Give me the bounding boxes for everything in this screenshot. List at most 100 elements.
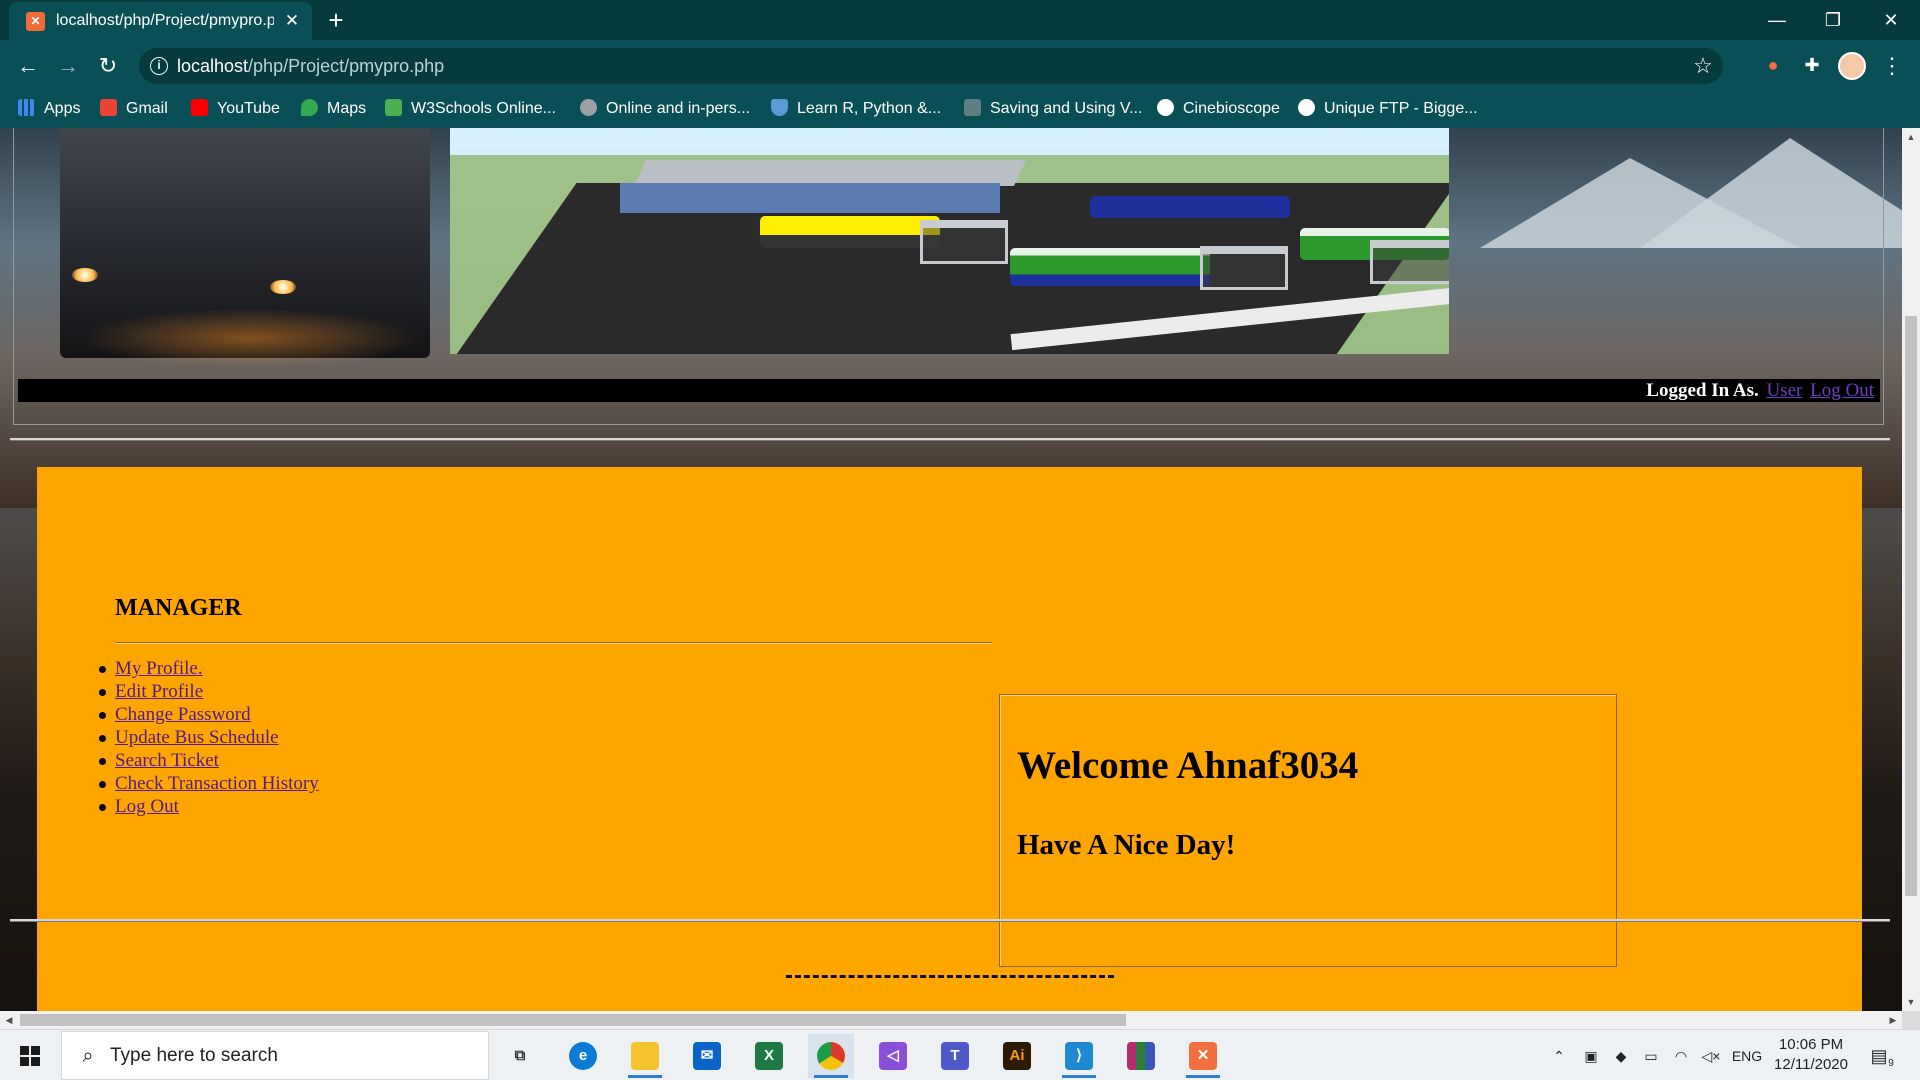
bookmark-apps[interactable]: Apps [18,96,80,122]
welcome-heading: Welcome Ahnaf3034 [1017,744,1359,787]
language-indicator[interactable]: ENG [1728,1044,1766,1068]
link-icon [964,99,981,116]
bookmark-cinebioscope[interactable]: Cinebioscope [1157,96,1280,122]
close-tab-icon[interactable]: ✕ [281,10,303,32]
scroll-up-icon[interactable]: ▲ [1902,128,1920,146]
clock-date: 12/11/2020 [1774,1056,1848,1073]
back-arrow-icon[interactable]: ← [12,50,44,82]
dropbox-icon[interactable]: ◆ [1608,1044,1634,1068]
bookmark-gmail[interactable]: Gmail [100,96,168,122]
teams-icon[interactable]: T [932,1034,978,1078]
bookmark-unique-ftp[interactable]: Unique FTP - Bigge... [1298,96,1478,122]
mail-icon[interactable]: ✉ [684,1034,730,1078]
scroll-right-icon[interactable]: ▶ [1884,1011,1902,1029]
bookmark-online-in-person[interactable]: Online and in-pers... [580,96,750,122]
file-explorer-icon[interactable] [622,1034,668,1078]
scroll-down-icon[interactable]: ▼ [1902,993,1920,1011]
welcome-box: Welcome Ahnaf3034 Have A Nice Day! [999,694,1617,967]
scroll-left-icon[interactable]: ◀ [0,1011,18,1029]
gmail-icon [100,99,117,116]
horizontal-scroll-thumb[interactable] [20,1014,1126,1026]
menu-link-transaction-history[interactable]: Check Transaction History [115,773,319,794]
bookmark-saving-using[interactable]: Saving and Using V... [964,96,1142,122]
edge-icon[interactable]: e [560,1034,606,1078]
info-icon[interactable]: i [150,57,168,75]
shield-icon [771,99,788,116]
banner-bus-shelter [1200,246,1288,290]
logged-in-label: Logged In As. [1646,380,1759,401]
taskbar-search-box[interactable]: ⌕ Type here to search [61,1031,489,1080]
maps-pin-icon [301,99,318,116]
search-placeholder: Type here to search [110,1045,278,1066]
bookmark-maps[interactable]: Maps [301,96,366,122]
menu-link-change-password[interactable]: Change Password [115,704,251,725]
battery-icon[interactable]: ▭ [1638,1044,1664,1068]
menu-item: My Profile. [97,657,319,680]
clock-time: 10:06 PM [1778,1036,1844,1053]
minimize-icon[interactable]: — [1750,4,1804,36]
web-page: Logged In As. User Log Out MANAGER My Pr… [0,128,1902,1011]
chrome-icon[interactable] [808,1034,854,1078]
task-view-icon[interactable]: ⧉ [497,1034,543,1078]
menu-link-search-ticket[interactable]: Search Ticket [115,750,219,771]
apps-grid-icon [18,99,35,116]
tab-strip: ✕ localhost/php/Project/pmypro.pl ✕ + — … [0,0,1920,40]
horizontal-scrollbar[interactable]: ◀ ▶ [0,1011,1902,1029]
menu-link-log-out[interactable]: Log Out [115,796,179,817]
scrollbar-corner [1902,1011,1920,1029]
volume-muted-icon[interactable]: ◁× [1698,1044,1724,1068]
menu-item: Search Ticket [97,749,319,772]
login-status-bar: Logged In As. User Log Out [18,379,1880,402]
xampp-icon: ✕ [26,12,45,31]
bookmark-youtube[interactable]: YouTube [191,96,280,122]
banner-blue-bus [1090,196,1290,218]
illustrator-icon[interactable]: Ai [994,1034,1040,1078]
extension-fire-icon[interactable]: ● [1760,52,1786,78]
device-icon[interactable]: ▣ [1578,1044,1604,1068]
chrome-menu-icon[interactable]: ⋮ [1880,52,1904,80]
forward-arrow-icon[interactable]: → [52,50,84,82]
bookmark-w3schools[interactable]: W3Schools Online... [385,96,556,122]
bookmark-learn-r-python[interactable]: Learn R, Python &... [771,96,941,122]
windows-start-icon[interactable] [10,1038,50,1074]
taskbar-clock[interactable]: 10:06 PM 12/11/2020 [1766,1035,1856,1075]
reload-icon[interactable]: ↻ [92,50,124,82]
extensions-puzzle-icon[interactable]: ✚ [1799,52,1825,78]
xampp-icon[interactable]: ✕ [1180,1034,1226,1078]
globe-icon [580,99,597,116]
window-close-icon[interactable]: ✕ [1864,4,1918,36]
menu-item: Log Out [97,795,319,818]
banner-green-bus [1010,248,1210,286]
new-tab-icon[interactable]: + [322,7,350,35]
vertical-scrollbar[interactable]: ▲ ▼ [1902,128,1920,1011]
restore-icon[interactable]: ❐ [1806,4,1860,36]
menu-item: Change Password [97,703,319,726]
browser-toolbar: ← → ↻ i localhost/php/Project/pmypro.php… [0,40,1920,90]
address-bar[interactable]: i localhost/php/Project/pmypro.php ☆ [139,48,1723,84]
vertical-scroll-thumb[interactable] [1905,316,1917,896]
logout-link[interactable]: Log Out [1810,380,1874,401]
excel-icon[interactable]: X [746,1034,792,1078]
show-hidden-icons[interactable]: ⌃ [1546,1044,1572,1068]
visual-studio-icon[interactable]: ◁ [870,1034,916,1078]
menu-link-edit-profile[interactable]: Edit Profile [115,681,203,702]
bookmark-star-icon[interactable]: ☆ [1689,52,1717,80]
banner-yellow-bus [760,216,940,248]
menu-item: Edit Profile [97,680,319,703]
winrar-icon[interactable] [1118,1034,1164,1078]
bus-terminal-banner [450,128,1449,354]
globe-icon [1157,99,1174,116]
vscode-icon[interactable]: ⟩ [1056,1034,1102,1078]
manager-menu: My Profile. Edit Profile Change Password… [97,657,319,818]
menu-item: Check Transaction History [97,772,319,795]
menu-link-update-bus-schedule[interactable]: Update Bus Schedule [115,727,279,748]
user-link[interactable]: User [1767,380,1803,401]
footer-dashes [786,975,1114,978]
wifi-icon[interactable]: ◠ [1668,1044,1694,1068]
browser-tab[interactable]: ✕ localhost/php/Project/pmypro.pl ✕ [9,2,312,40]
horizontal-rule [10,919,1890,922]
menu-link-my-profile[interactable]: My Profile. [115,658,203,679]
welcome-subheading: Have A Nice Day! [1017,829,1236,861]
profile-avatar[interactable] [1838,52,1866,80]
url-text[interactable]: localhost/php/Project/pmypro.php [177,56,444,77]
